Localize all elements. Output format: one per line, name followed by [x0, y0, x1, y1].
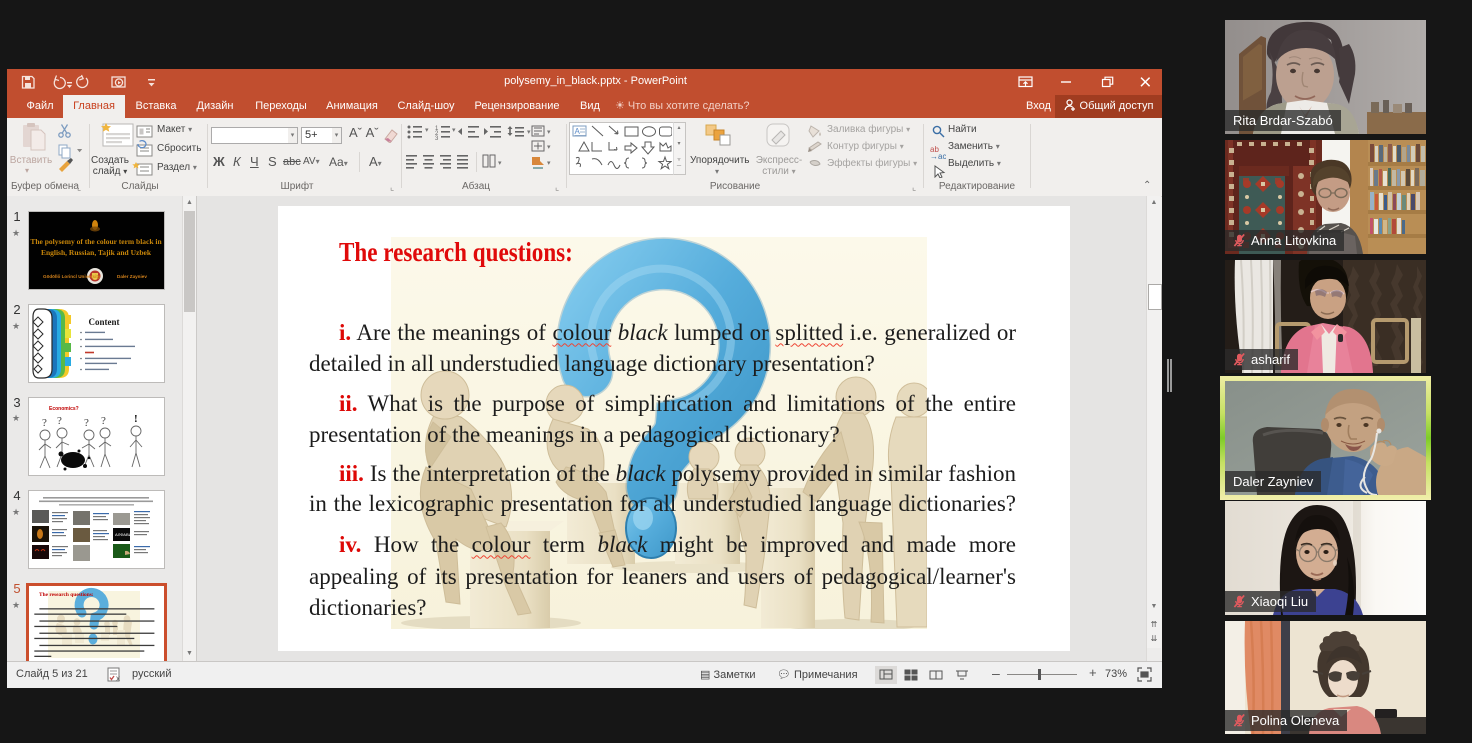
- svg-text:English, Russian, Tajik and Uz: English, Russian, Tajik and Uzbek: [41, 248, 152, 257]
- svg-text:?: ?: [42, 417, 47, 429]
- svg-text:?: ?: [84, 417, 89, 429]
- svg-text:!: !: [134, 413, 138, 425]
- svg-text:Economics?: Economics?: [49, 406, 79, 412]
- svg-text:▾: ▾: [498, 160, 502, 167]
- svg-text:▾: ▾: [547, 160, 551, 167]
- svg-text:The polysemy of the colour ter: The polysemy of the colour term black in: [30, 237, 162, 246]
- svg-text:?: ?: [101, 415, 106, 427]
- svg-text:▾: ▾: [547, 129, 551, 136]
- svg-text:Daler Zayniev: Daler Zayniev: [117, 274, 147, 279]
- svg-text:?: ?: [57, 415, 62, 427]
- svg-text:3: 3: [435, 136, 439, 142]
- svg-text:▾: ▾: [527, 129, 531, 136]
- svg-text:Content: Content: [89, 317, 120, 327]
- svg-text:A: A: [575, 127, 581, 136]
- svg-text:Gödöllő Lorincl University: Gödöllő Lorincl University: [43, 274, 101, 279]
- svg-text:→ac: →ac: [930, 152, 946, 161]
- svg-text:▾: ▾: [547, 144, 551, 151]
- svg-text:▾: ▾: [452, 127, 456, 134]
- svg-text:▾: ▾: [425, 127, 429, 134]
- svg-text:АЛФАВИТ: АЛФАВИТ: [115, 532, 135, 537]
- svg-text:x: x: [116, 674, 120, 683]
- svg-text:The research questions:: The research questions:: [39, 592, 94, 598]
